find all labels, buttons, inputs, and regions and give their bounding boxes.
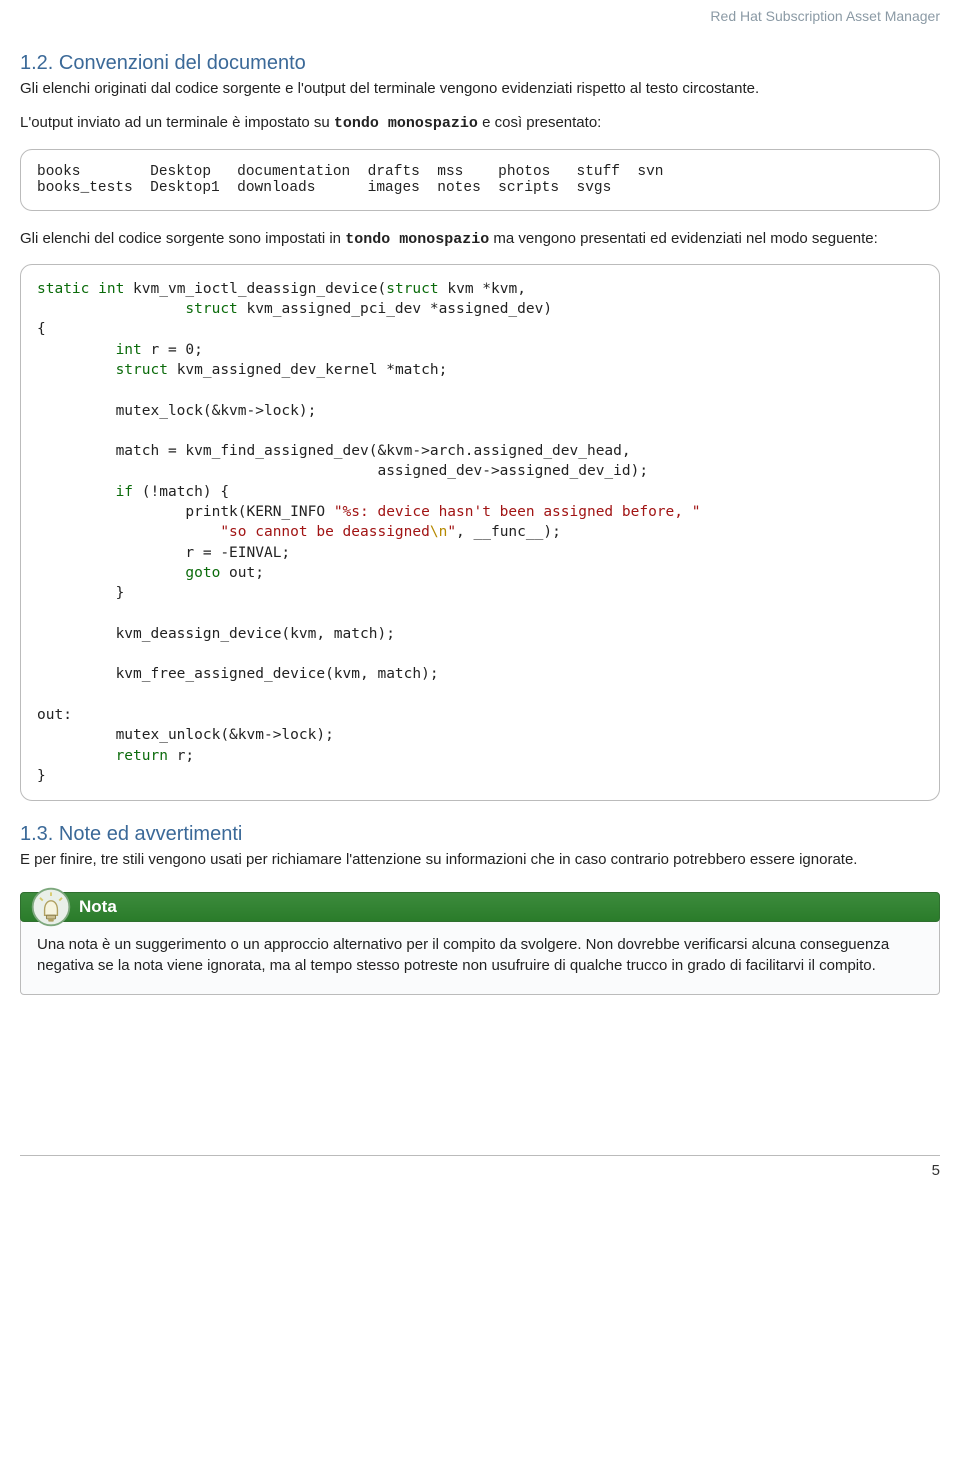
code-text — [37, 565, 185, 581]
code-text: kvm_assigned_pci_dev *assigned_dev) — [238, 301, 552, 317]
note-admonition: Nota Una nota è un suggerimento o un app… — [20, 892, 940, 995]
code-text — [37, 362, 116, 378]
code-text: , __func__); — [456, 524, 561, 540]
code-text — [37, 748, 116, 764]
code-text — [37, 484, 116, 500]
code-kw: static — [37, 281, 89, 297]
code-str: "%s: device hasn't been assigned before,… — [334, 504, 701, 520]
note-body: Una nota è un suggerimento o un approcci… — [21, 921, 939, 994]
code-text: out; — [220, 565, 264, 581]
section-1-3-para-1: E per finire, tre stili vengono usati pe… — [20, 850, 940, 870]
code-kw: int — [98, 281, 124, 297]
code-text: mutex_lock(&kvm->lock); — [37, 403, 316, 419]
text: Gli elenchi del codice sorgente sono imp… — [20, 230, 345, 247]
code-text: kvm_vm_ioctl_deassign_device( — [124, 281, 386, 297]
code-text: kvm_assigned_dev_kernel *match; — [168, 362, 447, 378]
terminal-output: books Desktop documentation drafts mss p… — [20, 149, 940, 211]
code-text: kvm_free_assigned_device(kvm, match); — [37, 666, 439, 682]
code-text: match = kvm_find_assigned_dev(&kvm->arch… — [37, 443, 631, 459]
code-text: r = 0; — [142, 342, 203, 358]
note-icon — [29, 885, 73, 929]
text: e così presentato: — [478, 114, 601, 131]
code-kw: return — [116, 748, 168, 764]
section-1-3-heading: 1.3. Note ed avvertimenti — [20, 823, 940, 846]
code-text: } — [37, 768, 46, 784]
code-kw: struct — [185, 301, 237, 317]
page-header-product: Red Hat Subscription Asset Manager — [20, 0, 940, 44]
code-text: r; — [168, 748, 194, 764]
code-text — [37, 342, 116, 358]
code-escape: \n — [430, 524, 447, 540]
text: ma vengono presentati ed evidenziati nel… — [489, 230, 878, 247]
text: L'output inviato ad un terminale è impos… — [20, 114, 334, 131]
section-1-2-para-1: Gli elenchi originati dal codice sorgent… — [20, 79, 940, 99]
section-1-2-para-3: Gli elenchi del codice sorgente sono imp… — [20, 229, 940, 250]
code-kw: if — [116, 484, 133, 500]
code-str: "so cannot be deassigned — [220, 524, 430, 540]
code-text: { — [37, 321, 46, 337]
code-text: printk(KERN_INFO — [37, 504, 334, 520]
code-text — [37, 301, 185, 317]
code-text: kvm_deassign_device(kvm, match); — [37, 626, 395, 642]
code-kw: goto — [185, 565, 220, 581]
source-code-listing: static int kvm_vm_ioctl_deassign_device(… — [20, 264, 940, 801]
code-kw: struct — [386, 281, 438, 297]
section-1-2-heading: 1.2. Convenzioni del documento — [20, 52, 940, 75]
note-title: Nota — [79, 897, 117, 917]
code-kw: struct — [116, 362, 168, 378]
code-str: " — [447, 524, 456, 540]
code-text: assigned_dev->assigned_dev_id); — [37, 463, 648, 479]
mono-phrase: tondo monospazio — [345, 231, 489, 248]
code-text — [37, 524, 220, 540]
code-text: kvm *kvm, — [439, 281, 526, 297]
code-text: } — [37, 585, 124, 601]
code-text: mutex_unlock(&kvm->lock); — [37, 727, 334, 743]
code-kw: int — [116, 342, 142, 358]
mono-phrase: tondo monospazio — [334, 115, 478, 132]
page-number: 5 — [20, 1155, 940, 1179]
code-text: (!match) { — [133, 484, 229, 500]
code-text: r = -EINVAL; — [37, 545, 290, 561]
note-title-bar: Nota — [20, 892, 940, 922]
section-1-2-para-2: L'output inviato ad un terminale è impos… — [20, 113, 940, 134]
code-text: out: — [37, 707, 72, 723]
